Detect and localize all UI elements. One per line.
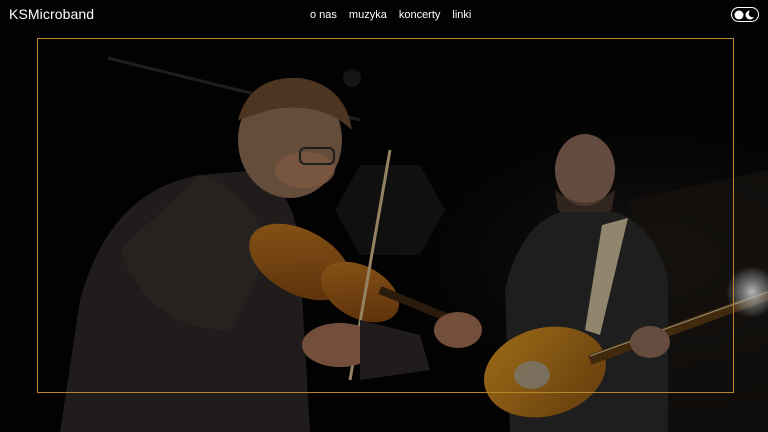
hero-photo — [0, 0, 768, 432]
nav-link-muzyka[interactable]: muzyka — [349, 9, 387, 21]
site-header: KSMicroband o nas muzyka koncerty linki — [0, 0, 768, 32]
page: KSMicroband o nas muzyka koncerty linki — [0, 0, 768, 432]
nav-link-koncerty[interactable]: koncerty — [399, 9, 441, 21]
nav-link-o-nas[interactable]: o nas — [310, 9, 337, 21]
day-night-toggle-icon — [734, 9, 757, 19]
theme-toggle-button[interactable] — [731, 7, 759, 22]
nav-link-linki[interactable]: linki — [452, 9, 471, 21]
site-logo[interactable]: KSMicroband — [9, 6, 94, 22]
main-nav: o nas muzyka koncerty linki — [310, 9, 471, 21]
